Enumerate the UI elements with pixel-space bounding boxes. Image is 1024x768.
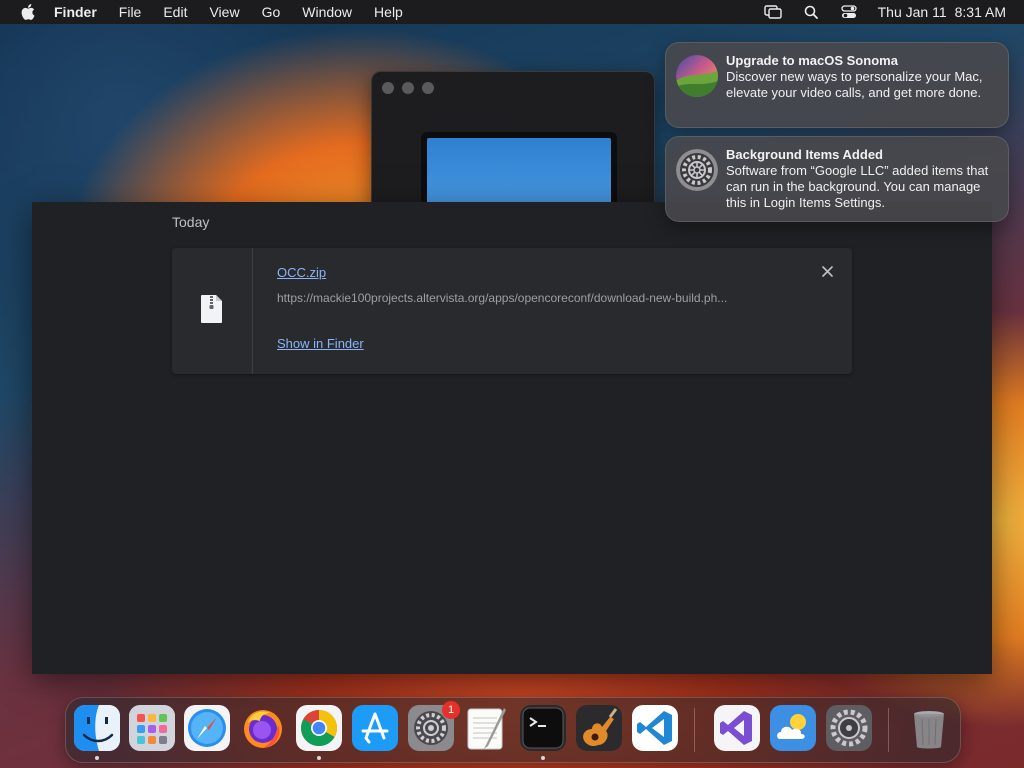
download-file-icon-column [172, 248, 253, 374]
zip-file-icon [200, 294, 224, 329]
notification-body: Software from “Google LLC” added items t… [726, 163, 989, 210]
dock-chrome-icon[interactable] [296, 705, 342, 751]
screen-mirroring-icon[interactable] [763, 4, 782, 20]
system-settings-icon [676, 149, 718, 191]
download-source-url: https://mackie100projects.altervista.org… [277, 291, 728, 305]
zoom-window-button[interactable] [422, 82, 434, 94]
notification-text: Upgrade to macOS Sonoma Discover new way… [726, 53, 996, 101]
notification-badge: 1 [442, 701, 460, 719]
menu-bar: Finder File Edit View Go Window Help Thu… [0, 0, 1024, 24]
dock-terminal-icon[interactable] [520, 705, 566, 751]
apple-menu-icon[interactable] [20, 4, 36, 20]
dock-app-store-icon[interactable] [352, 705, 398, 751]
dock-settings-icon[interactable] [826, 705, 872, 751]
notification-background-items[interactable]: Background Items Added Software from “Go… [665, 136, 1009, 222]
menu-window[interactable]: Window [302, 4, 352, 20]
dock-firefox-icon[interactable] [240, 705, 286, 751]
control-center-icon[interactable] [840, 4, 858, 20]
menu-go[interactable]: Go [262, 4, 281, 20]
remove-download-icon[interactable] [820, 264, 834, 278]
show-in-finder-link[interactable]: Show in Finder [277, 336, 364, 351]
menu-view[interactable]: View [209, 4, 239, 20]
dock-safari-icon[interactable] [184, 705, 230, 751]
dock-separator [888, 708, 889, 752]
dock-vscode-icon[interactable] [632, 705, 678, 751]
background-app-window[interactable] [371, 71, 655, 234]
download-item: OCC.zip https://mackie100projects.alterv… [172, 248, 852, 374]
dock: 1 [65, 697, 961, 763]
dock-visual-studio-icon[interactable] [714, 705, 760, 751]
dock-trash-icon[interactable] [906, 705, 952, 751]
sonoma-icon [676, 55, 718, 97]
window-traffic-lights [382, 82, 434, 94]
clock-date: Thu Jan 11 [877, 4, 947, 20]
menu-file[interactable]: File [119, 4, 142, 20]
downloads-window: Today OCC.zip https://mackie100projects.… [32, 202, 992, 674]
notification-title: Upgrade to macOS Sonoma [726, 53, 898, 68]
dock-weather-icon[interactable] [770, 705, 816, 751]
downloads-date-heading: Today [172, 214, 210, 230]
menu-edit[interactable]: Edit [163, 4, 187, 20]
spotlight-search-icon[interactable] [802, 4, 820, 20]
dock-running-indicator [541, 756, 545, 760]
clock-time: 8:31 AM [954, 4, 1006, 20]
dock-running-indicator [317, 756, 321, 760]
dock-separator [694, 708, 695, 752]
dock-garageband-icon[interactable] [576, 705, 622, 751]
notification-body: Discover new ways to personalize your Ma… [726, 69, 983, 100]
notification-upgrade-sonoma[interactable]: Upgrade to macOS Sonoma Discover new way… [665, 42, 1009, 128]
close-window-button[interactable] [382, 82, 394, 94]
menu-help[interactable]: Help [374, 4, 403, 20]
download-filename-link[interactable]: OCC.zip [277, 265, 326, 280]
notification-title: Background Items Added [726, 147, 883, 162]
dock-textedit-icon[interactable] [464, 705, 510, 751]
menu-app-name[interactable]: Finder [54, 4, 97, 20]
dock-launchpad-icon[interactable] [129, 705, 175, 751]
dock-finder-icon[interactable] [74, 705, 120, 751]
minimize-window-button[interactable] [402, 82, 414, 94]
notification-text: Background Items Added Software from “Go… [726, 147, 996, 211]
dock-running-indicator [95, 756, 99, 760]
menu-clock[interactable]: Thu Jan 11 8:31 AM [878, 4, 1006, 20]
